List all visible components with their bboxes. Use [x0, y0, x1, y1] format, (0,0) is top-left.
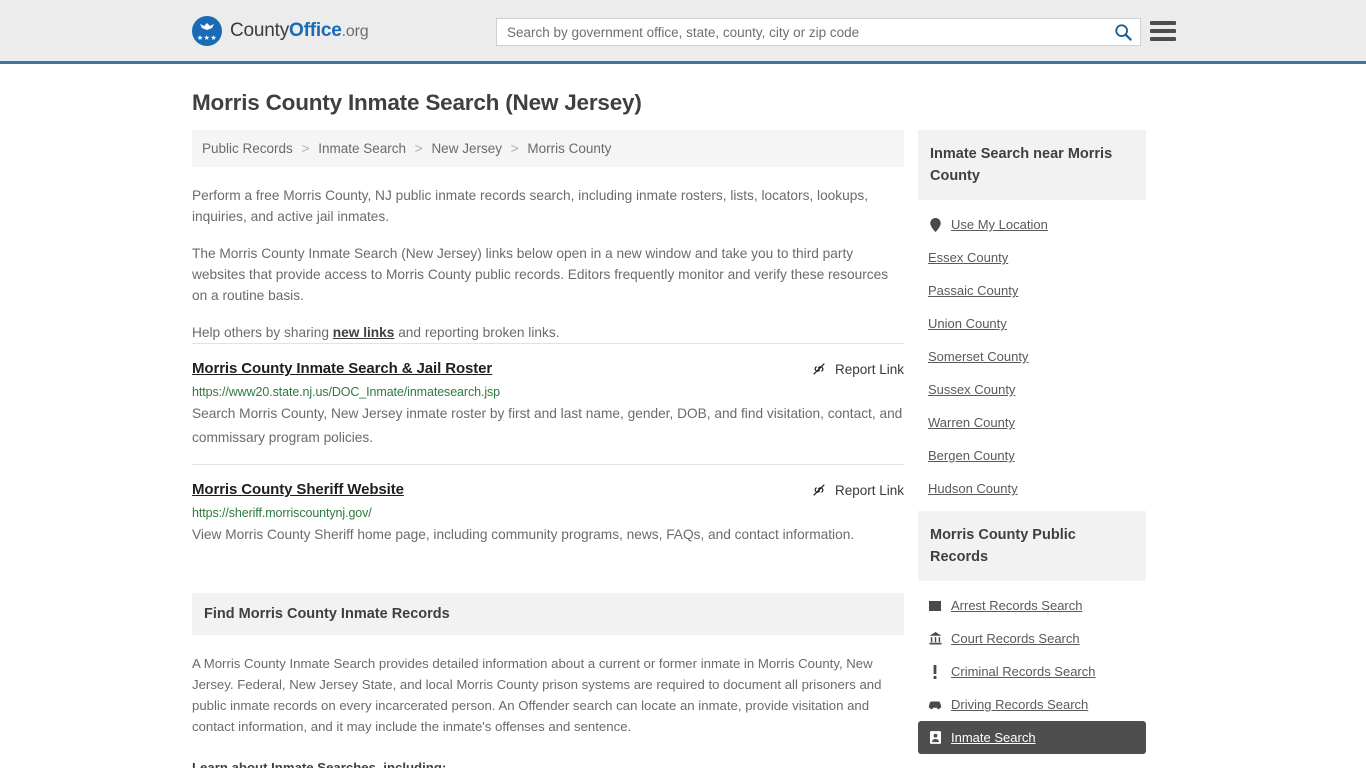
report-link-button[interactable]: Report Link: [811, 481, 904, 498]
sidebar-item-arrest-records[interactable]: Arrest Records Search: [918, 589, 1146, 622]
search-bar[interactable]: [496, 18, 1141, 46]
eagle-glyph-icon: [200, 22, 214, 30]
sidebar-link[interactable]: Somerset County: [928, 349, 1028, 364]
find-records-body: A Morris County Inmate Search provides d…: [192, 653, 904, 768]
sidebar-item-bergen-county[interactable]: Bergen County: [918, 439, 1146, 472]
report-link-label: Report Link: [834, 361, 904, 377]
search-button[interactable]: [1106, 19, 1140, 45]
intro-paragraph-3: Help others by sharing new links and rep…: [192, 322, 904, 343]
breadcrumb-separator-2: >: [414, 141, 423, 156]
id-card-icon: [928, 731, 942, 744]
hamburger-bar-3: [1150, 37, 1176, 41]
sidebar-item-union-county[interactable]: Union County: [918, 307, 1146, 340]
sidebar-item-criminal-records[interactable]: Criminal Records Search: [918, 655, 1146, 688]
result-title-link[interactable]: Morris County Sheriff Website: [192, 481, 404, 498]
sidebar-link[interactable]: Warren County: [928, 415, 1015, 430]
sidebar-link[interactable]: Union County: [928, 316, 1007, 331]
share-text-after: and reporting broken links.: [394, 325, 560, 340]
exclamation-icon: [928, 664, 942, 679]
page-title: Morris County Inmate Search (New Jersey): [192, 90, 642, 115]
hamburger-bar-2: [1150, 29, 1176, 33]
nearby-search-heading: Inmate Search near Morris County: [918, 130, 1146, 200]
find-records-paragraph: A Morris County Inmate Search provides d…: [192, 656, 882, 734]
sidebar-item-hudson-county[interactable]: Hudson County: [918, 472, 1146, 505]
breadcrumb-item-public-records[interactable]: Public Records: [202, 141, 293, 156]
sidebar-item-passaic-county[interactable]: Passaic County: [918, 274, 1146, 307]
result-description: Search Morris County, New Jersey inmate …: [192, 406, 903, 445]
brand-word-county: County: [230, 19, 290, 41]
search-icon: [1115, 24, 1132, 41]
sidebar-link[interactable]: Bergen County: [928, 448, 1015, 463]
fingerprint-icon: [928, 600, 942, 612]
page-container: Morris County Inmate Search (New Jersey)…: [0, 90, 1366, 768]
learn-about-lead: Learn about Inmate Searches, including:: [192, 760, 447, 768]
search-input[interactable]: [497, 19, 1106, 45]
sidebar-link[interactable]: Use My Location: [951, 217, 1048, 232]
sidebar-link[interactable]: Arrest Records Search: [951, 598, 1083, 613]
breadcrumb: Public Records > Inmate Search > New Jer…: [192, 130, 904, 167]
nearby-search-list: Use My Location Essex County Passaic Cou…: [918, 200, 1146, 505]
report-link-button[interactable]: Report Link: [811, 360, 904, 377]
sidebar-link[interactable]: Hudson County: [928, 481, 1018, 496]
intro-paragraph-2: The Morris County Inmate Search (New Jer…: [192, 246, 889, 303]
intro-paragraph-1: Perform a free Morris County, NJ public …: [192, 188, 869, 224]
sidebar-link[interactable]: Passaic County: [928, 283, 1018, 298]
sidebar-item-driving-records[interactable]: Driving Records Search: [918, 688, 1146, 721]
breadcrumb-item-inmate-search[interactable]: Inmate Search: [318, 141, 406, 156]
breadcrumb-separator-3: >: [510, 141, 519, 156]
brand-wordmark: CountyOffice.org: [230, 19, 369, 42]
breadcrumb-item-morris-county: Morris County: [527, 141, 612, 156]
breadcrumb-item-new-jersey[interactable]: New Jersey: [431, 141, 502, 156]
sidebar-item-somerset-county[interactable]: Somerset County: [918, 340, 1146, 373]
public-records-heading: Morris County Public Records: [918, 511, 1146, 581]
share-text-before: Help others by sharing: [192, 325, 333, 340]
courthouse-icon: [928, 632, 942, 645]
brand-word-org: .org: [341, 22, 369, 40]
sidebar-link[interactable]: Essex County: [928, 250, 1008, 265]
sidebar-item-inmate-search[interactable]: Inmate Search: [918, 721, 1146, 754]
result-title-link[interactable]: Morris County Inmate Search & Jail Roste…: [192, 360, 492, 377]
brand-word-office: Office: [289, 19, 342, 41]
broken-link-icon: [813, 363, 825, 375]
result-description: View Morris County Sheriff home page, in…: [192, 527, 855, 542]
result-item: Morris County Inmate Search & Jail Roste…: [192, 343, 904, 464]
result-header: Morris County Inmate Search & Jail Roste…: [192, 360, 904, 377]
sidebar-link[interactable]: Sussex County: [928, 382, 1015, 397]
result-url: https://www20.state.nj.us/DOC_Inmate/inm…: [192, 385, 501, 399]
result-item: Morris County Sheriff Website Report Lin…: [192, 464, 904, 561]
broken-link-icon: [813, 484, 825, 496]
find-records-heading: Find Morris County Inmate Records: [192, 593, 904, 635]
menu-button[interactable]: [1150, 20, 1176, 42]
public-records-list: Arrest Records Search Court Records Sear…: [918, 581, 1146, 754]
main-column: Public Records > Inmate Search > New Jer…: [192, 130, 904, 768]
nearby-search-panel: Inmate Search near Morris County Use My …: [918, 130, 1146, 505]
breadcrumb-separator-1: >: [301, 141, 310, 156]
sidebar-link[interactable]: Driving Records Search: [951, 697, 1088, 712]
report-link-label: Report Link: [834, 482, 904, 498]
content-columns: Public Records > Inmate Search > New Jer…: [192, 130, 1174, 768]
map-pin-icon: [928, 217, 942, 232]
site-header: ★★★ CountyOffice.org: [0, 0, 1366, 64]
result-url: https://sheriff.morriscountynj.gov/: [192, 506, 372, 520]
sidebar-item-use-my-location[interactable]: Use My Location: [918, 208, 1146, 241]
sidebar-link[interactable]: Criminal Records Search: [951, 664, 1096, 679]
sidebar-item-warren-county[interactable]: Warren County: [918, 406, 1146, 439]
car-icon: [928, 699, 942, 710]
site-logo[interactable]: ★★★ CountyOffice.org: [192, 15, 369, 46]
result-header: Morris County Sheriff Website Report Lin…: [192, 481, 904, 498]
new-links-link[interactable]: new links: [333, 325, 395, 340]
intro-text: Perform a free Morris County, NJ public …: [192, 185, 904, 343]
sidebar-item-essex-county[interactable]: Essex County: [918, 241, 1146, 274]
seal-stars-icon: ★★★: [196, 34, 218, 42]
sidebar-item-court-records[interactable]: Court Records Search: [918, 622, 1146, 655]
sidebar-item-sussex-county[interactable]: Sussex County: [918, 373, 1146, 406]
county-office-seal-icon: ★★★: [192, 15, 222, 46]
sidebar-link[interactable]: Court Records Search: [951, 631, 1080, 646]
hamburger-bar-1: [1150, 21, 1176, 25]
public-records-panel: Morris County Public Records Arrest Reco…: [918, 511, 1146, 754]
sidebar-link[interactable]: Inmate Search: [951, 730, 1036, 745]
sidebar: Inmate Search near Morris County Use My …: [918, 130, 1146, 760]
